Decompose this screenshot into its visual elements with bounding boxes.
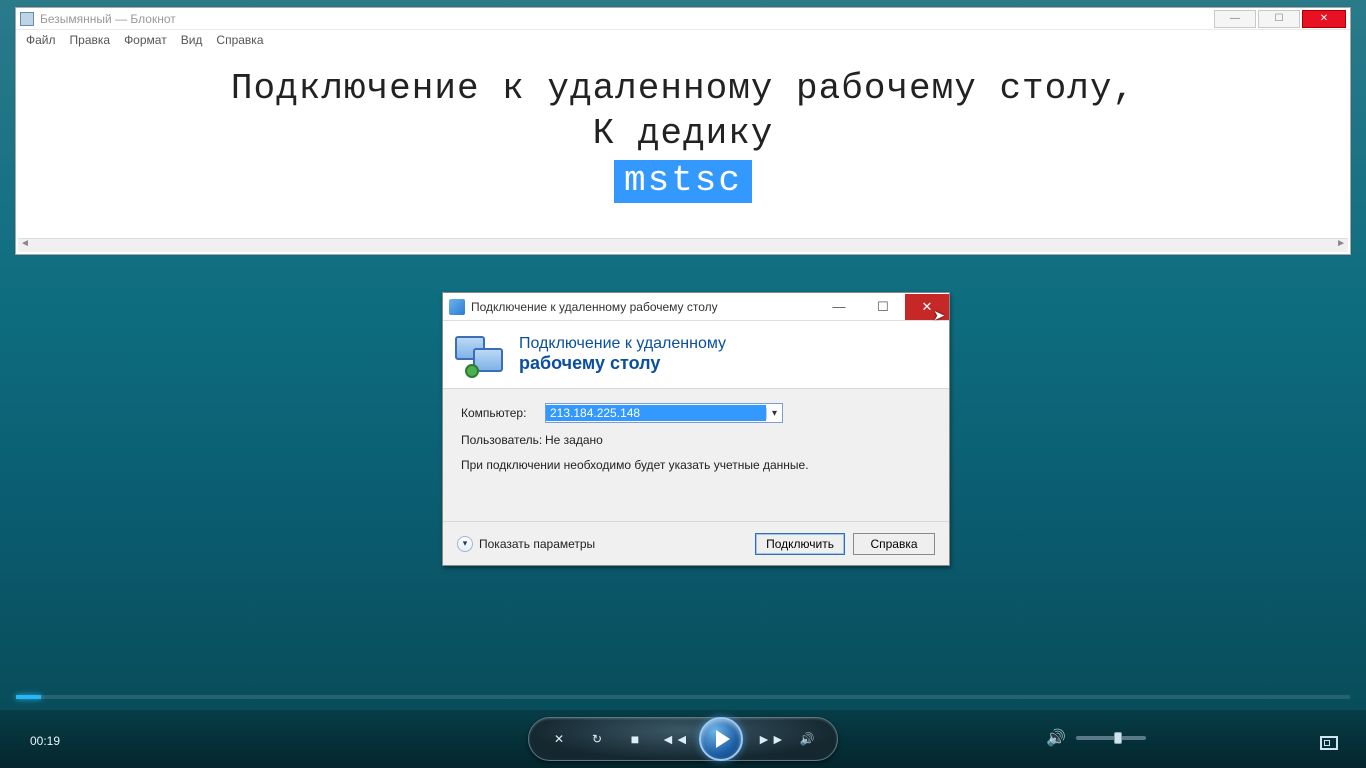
menu-help[interactable]: Справка [216, 33, 263, 47]
connect-button[interactable]: Подключить [755, 533, 845, 555]
rdp-header-line1: Подключение к удаленному [519, 335, 726, 353]
volume-track[interactable] [1076, 736, 1146, 740]
volume-control[interactable]: 🔊 [1046, 728, 1146, 748]
show-options-toggle[interactable]: ▾ Показать параметры [457, 536, 595, 552]
rdp-maximize-button[interactable]: ☐ [861, 294, 905, 320]
notepad-minimize-button[interactable]: — [1214, 10, 1256, 28]
computer-label: Компьютер: [461, 406, 545, 420]
computer-combobox[interactable]: 213.184.225.148 ▾ [545, 403, 783, 423]
notepad-titlebar[interactable]: Безымянный — Блокнот — ☐ ✕ [16, 8, 1350, 30]
chevron-down-circle-icon: ▾ [457, 536, 473, 552]
menu-edit[interactable]: Правка [70, 33, 111, 47]
notepad-app-icon [20, 12, 34, 26]
fullscreen-button[interactable] [1320, 736, 1338, 750]
computer-value: 213.184.225.148 [546, 405, 766, 421]
notepad-title: Безымянный — Блокнот [40, 12, 176, 26]
rdp-app-icon [449, 299, 465, 315]
rdp-logo-icon [453, 334, 505, 376]
shuffle-icon[interactable]: ✕ [547, 732, 571, 746]
play-button[interactable] [699, 717, 743, 761]
player-progress [16, 695, 41, 699]
rdp-header-line2: рабочему столу [519, 353, 726, 374]
repeat-icon[interactable]: ↻ [585, 732, 609, 746]
notepad-horizontal-scrollbar[interactable] [18, 238, 1348, 252]
volume-thumb[interactable] [1114, 732, 1122, 744]
rdp-close-button[interactable]: ✕ ➤ [905, 294, 949, 320]
stop-button[interactable]: ■ [623, 731, 647, 747]
menu-format[interactable]: Формат [124, 33, 167, 47]
rdp-titlebar[interactable]: Подключение к удаленному рабочему столу … [443, 293, 949, 321]
notepad-close-button[interactable]: ✕ [1302, 10, 1346, 28]
previous-button[interactable]: ◄◄ [661, 731, 685, 747]
next-button[interactable]: ►► [757, 731, 781, 747]
rdp-title: Подключение к удаленному рабочему столу [471, 300, 718, 314]
player-controls: ✕ ↻ ■ ◄◄ ►► 🔊 [528, 717, 838, 761]
notepad-menu-bar: Файл Правка Формат Вид Справка [16, 30, 1350, 50]
rdp-minimize-button[interactable]: — [817, 294, 861, 320]
rdp-header: Подключение к удаленному рабочему столу [443, 321, 949, 389]
help-button[interactable]: Справка [853, 533, 935, 555]
media-player-bar: 00:19 ✕ ↻ ■ ◄◄ ►► 🔊 🔊 [0, 710, 1366, 768]
show-options-label: Показать параметры [479, 537, 595, 551]
play-icon [716, 730, 730, 748]
user-value: Не задано [545, 433, 603, 447]
menu-file[interactable]: Файл [26, 33, 56, 47]
credentials-note: При подключении необходимо будет указать… [461, 457, 931, 473]
player-time: 00:19 [30, 734, 60, 748]
rdp-dialog: Подключение к удаленному рабочему столу … [442, 292, 950, 566]
volume-icon[interactable]: 🔊 [795, 732, 819, 746]
menu-view[interactable]: Вид [181, 33, 203, 47]
player-seekbar[interactable] [16, 695, 1350, 699]
notepad-maximize-button[interactable]: ☐ [1258, 10, 1300, 28]
notepad-line-3-selected: mstsc [614, 160, 752, 203]
notepad-line-2: К дедику [16, 113, 1350, 154]
notepad-window: Безымянный — Блокнот — ☐ ✕ Файл Правка Ф… [15, 7, 1351, 255]
notepad-text-area[interactable]: Подключение к удаленному рабочему столу,… [16, 50, 1350, 240]
speaker-icon: 🔊 [1046, 728, 1066, 748]
user-label: Пользователь: [461, 433, 545, 447]
notepad-line-1: Подключение к удаленному рабочему столу, [16, 68, 1350, 109]
chevron-down-icon[interactable]: ▾ [766, 408, 782, 419]
